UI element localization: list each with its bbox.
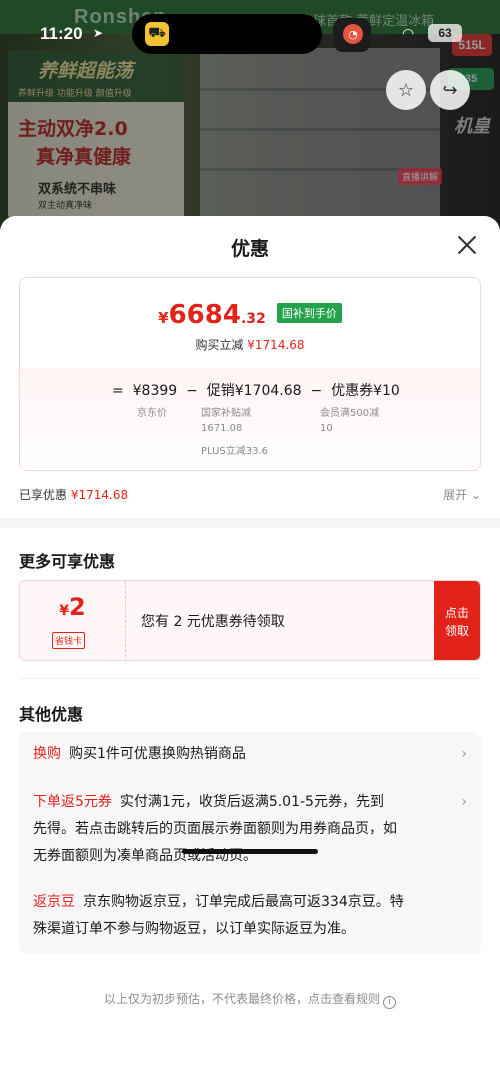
coupon-detail: 会员满500减 10 xyxy=(320,408,380,434)
chevron-down-icon: ⌄ xyxy=(470,488,481,502)
jd-price-label: 京东价 xyxy=(137,408,167,419)
other-discount-item: 返京豆 京东购物返京豆，订单完成后最高可返334京豆。特 殊渠道订单不参与购物返豆… xyxy=(33,894,404,937)
divider xyxy=(19,678,481,679)
other-discount-item[interactable]: 换购 购买1件可优惠换购热销商品 xyxy=(33,741,453,768)
other-discount-item[interactable]: 下单返5元券 实付满1元，收货后返满5.01-5元券，先到 先得。若点击跳转后的页… xyxy=(33,789,453,870)
price-breakdown-card: ¥6684.32 国补到手价 购买立减 ¥1714.68 = ¥8399 − 促… xyxy=(19,277,481,471)
other-discounts-title: 其他优惠 xyxy=(19,705,84,724)
rules-note[interactable]: 以上仅为初步预估，不代表最终价格，点击查看规则 i xyxy=(0,990,500,1009)
wifi-icon: ◠ xyxy=(402,26,415,42)
discount-sheet: 优惠 ¥6684.32 国补到手价 购买立减 ¥1714.68 = ¥8399 … xyxy=(0,216,500,1083)
more-discounts-title: 更多可享优惠 xyxy=(19,552,116,571)
claim-coupon-button[interactable]: 点击 领取 xyxy=(434,581,480,660)
info-icon: i xyxy=(383,996,396,1009)
coupon-tag: 省钱卡 xyxy=(52,632,86,649)
coupon-amount: ¥2 xyxy=(59,593,86,621)
expand-button[interactable]: 展开 ⌄ xyxy=(443,486,481,503)
price-formula: = ¥8399 − 促销¥1704.68 − 优惠券¥10 xyxy=(112,383,400,399)
instant-discount: 购买立减 ¥1714.68 xyxy=(195,338,305,352)
gov-subsidy-tag: 国补到手价 xyxy=(276,303,342,323)
share-icon[interactable]: ↪ xyxy=(430,70,470,110)
chevron-right-icon: › xyxy=(461,794,467,810)
promo-detail: 国家补贴减 1671.08 PLUS立减33.6 xyxy=(201,408,269,457)
close-icon[interactable] xyxy=(456,234,478,256)
favorite-star-icon[interactable]: ☆ xyxy=(386,70,426,110)
final-price: ¥6684.32 国补到手价 xyxy=(20,300,480,330)
more-discounts-section: 更多可享优惠 ¥2 省钱卡 您有 2 元优惠券待领取 点击 领取 其他优惠 换购… xyxy=(0,528,500,1083)
chevron-right-icon: › xyxy=(461,746,467,762)
timer-icon: ◔ xyxy=(343,24,363,44)
status-time: 11:20 xyxy=(40,24,83,43)
other-discounts-list: 换购 购买1件可优惠换购热销商品 › 下单返5元券 实付满1元，收货后返满5.01-… xyxy=(19,732,481,954)
sheet-title: 优惠 xyxy=(230,238,269,260)
coupon-card[interactable]: ¥2 省钱卡 您有 2 元优惠券待领取 点击 领取 xyxy=(19,580,481,661)
coupon-text: 您有 2 元优惠券待领取 xyxy=(141,614,285,630)
enjoyed-discount: 已享优惠 ¥1714.68 xyxy=(19,488,129,502)
location-arrow-icon: ➤ xyxy=(93,26,104,40)
battery-icon: 63 xyxy=(428,24,462,42)
delivery-icon: ⛟ xyxy=(145,22,169,46)
home-indicator xyxy=(182,849,318,854)
